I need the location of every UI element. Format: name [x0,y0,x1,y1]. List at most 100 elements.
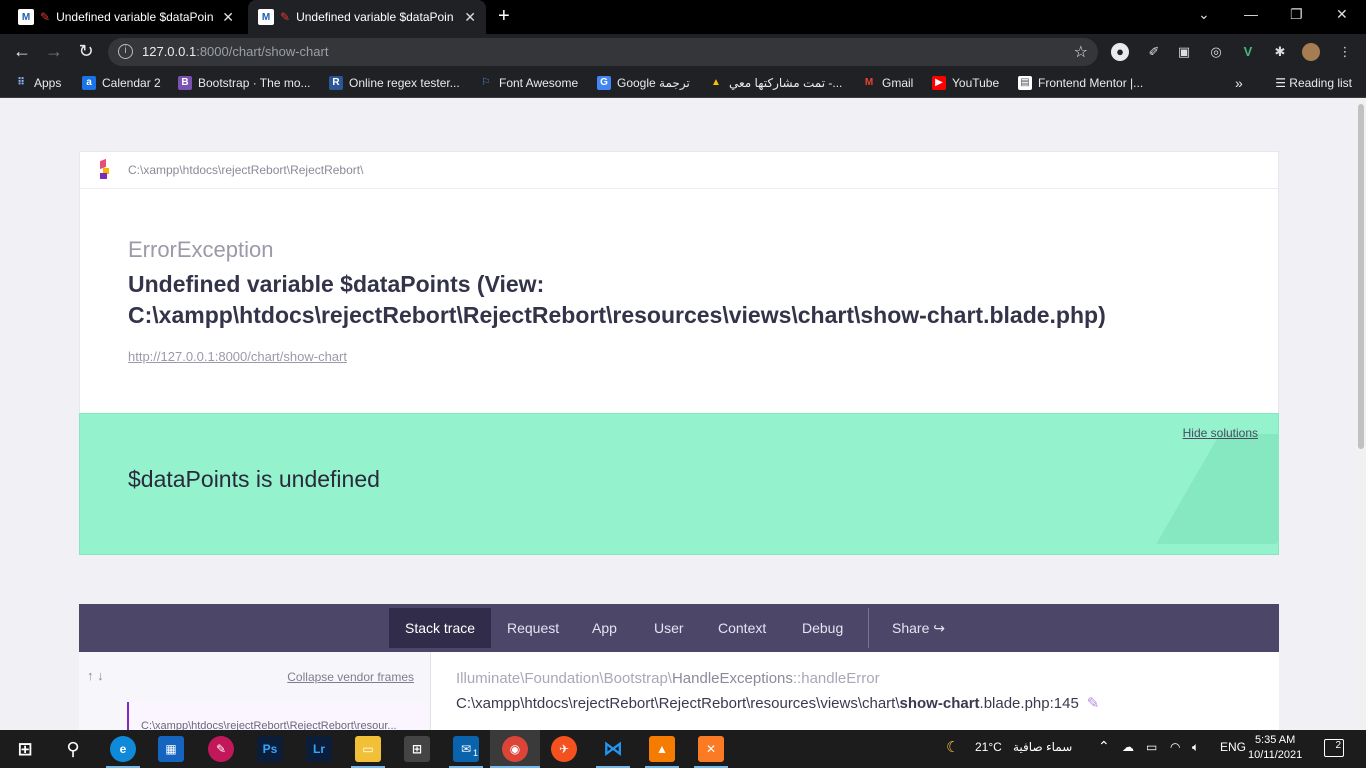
search-icon[interactable]: ⚲ [60,736,86,762]
microsoft-store-icon[interactable]: ⊞ [404,736,430,762]
forward-arrow-icon[interactable]: → [42,41,66,61]
tab-share[interactable]: Share ↪ [876,608,961,648]
request-url-link[interactable]: http://127.0.0.1:8000/chart/show-chart [128,349,1230,364]
page-content: C:\xampp\htdocs\rejectRebort\RejectRebor… [0,98,1356,730]
close-tab-icon[interactable]: ✕ [464,9,476,26]
ignition-logo-icon [98,158,112,180]
tab-context[interactable]: Context [702,608,782,648]
postman-icon[interactable]: ✈ [551,736,577,762]
network-icon[interactable]: ☁ [1122,740,1134,754]
collapse-vendor-frames-link[interactable]: Collapse vendor frames [287,670,414,684]
reload-icon[interactable]: ↻ [74,41,98,61]
edge-browser-icon[interactable]: e [110,736,136,762]
solution-panel: $dataPoints is undefined Hide solutions [79,413,1279,555]
frontend-mentor-icon: ▤ [1018,76,1032,90]
reading-list-icon: ☰ [1275,76,1290,90]
browser-tab[interactable]: M ✎ Undefined variable $dataPoin ✕ [8,0,244,34]
share-arrow-icon: ↪ [933,620,945,636]
menu-dots-icon[interactable]: ⋮ [1336,43,1354,61]
close-window-icon[interactable]: ✕ [1336,6,1348,23]
new-tab-icon[interactable]: + [498,6,510,26]
vscode-icon[interactable]: ⋈ [600,736,626,762]
extension-image-icon[interactable]: ▣ [1175,43,1193,61]
battery-icon[interactable]: ▭ [1146,740,1157,754]
more-bookmarks-chevron[interactable]: » [1235,75,1243,91]
extension-circle-icon[interactable]: ● [1111,43,1129,61]
frame-class: Illuminate\Foundation\Bootstrap\HandleEx… [456,670,880,687]
browser-tab-active[interactable]: M ✎ Undefined variable $dataPoin ✕ [248,0,486,34]
tab-user[interactable]: User [638,608,700,648]
volume-icon[interactable]: 🔈︎ [1192,740,1199,755]
address-bar[interactable]: i 127.0.0.1:8000/chart/show-chart ☆ [108,38,1098,66]
bookmark-drive[interactable]: ▲ تمت مشاركتها معي -... [709,76,842,90]
error-tabs-bar: Stack trace Request App User Context Deb… [79,604,1279,652]
bookmark-bootstrap[interactable]: B Bootstrap · The mo... [178,76,311,90]
maximize-icon[interactable]: ❐ [1290,6,1303,23]
paint-app-icon[interactable]: ✎ [208,736,234,762]
language-indicator[interactable]: ENG [1220,740,1246,754]
close-tab-icon[interactable]: ✕ [222,9,234,26]
tab-search-chevron-icon[interactable]: ⌄ [1198,6,1210,23]
calendar-app-icon[interactable]: ▦ [158,736,184,762]
weather-temperature[interactable]: 21°C [975,740,1002,754]
windows-start-icon[interactable]: ⊞ [12,736,38,762]
tab-app[interactable]: App [576,608,633,648]
bookmark-calendar[interactable]: a Calendar 2 [82,76,161,90]
tab-request[interactable]: Request [491,608,575,648]
error-card-body: ErrorException Undefined variable $dataP… [80,189,1278,413]
site-favicon-icon: M [18,9,34,25]
bookmark-translate[interactable]: G Google ترجمة [597,76,690,90]
back-arrow-icon[interactable]: ← [10,41,34,61]
error-card: C:\xampp\htdocs\rejectRebort\RejectRebor… [79,151,1279,414]
drive-icon: ▲ [711,77,721,88]
hide-solutions-link[interactable]: Hide solutions [1183,426,1258,440]
chrome-icon[interactable]: ◉ [502,736,528,762]
address-url[interactable]: 127.0.0.1:8000/chart/show-chart [142,44,328,59]
edit-pencil-icon[interactable]: ✎ [1087,695,1100,712]
notification-center-icon[interactable]: 2 [1324,739,1344,757]
site-info-icon[interactable]: i [118,44,133,59]
bookmark-gmail[interactable]: M Gmail [862,76,914,90]
system-clock[interactable]: 5:35 AM 10/11/2021 [1248,733,1302,763]
vue-devtools-icon[interactable]: V [1239,43,1257,61]
stack-frame-detail: Illuminate\Foundation\Bootstrap\HandleEx… [431,652,1279,730]
file-explorer-icon[interactable]: ▭ [355,736,381,762]
profile-avatar[interactable] [1302,43,1320,61]
regex-icon: R [329,76,343,90]
scrollbar-thumb[interactable] [1358,104,1364,449]
bookmark-regex[interactable]: R Online regex tester... [329,76,460,90]
weather-condition[interactable]: سماء صافية [1013,740,1072,754]
browser-tab-strip: M ✎ Undefined variable $dataPoin ✕ M ✎ U… [0,0,1366,34]
show-hidden-icons-icon[interactable]: ⌃ [1098,738,1110,755]
minimize-icon[interactable]: — [1244,6,1258,22]
tab-debug[interactable]: Debug [786,608,859,648]
extensions-puzzle-icon[interactable]: ✱ [1271,43,1289,61]
youtube-icon: ▶ [932,76,946,90]
tab-stack-trace[interactable]: Stack trace [389,608,492,648]
flag-icon: ⚐ [481,77,491,88]
bookmark-font-awesome[interactable]: ⚐ Font Awesome [479,76,579,90]
bookmark-youtube[interactable]: ▶ YouTube [932,76,999,90]
bookmark-apps[interactable]: ⠿ Apps [14,76,61,90]
pencil-icon: ✎ [280,10,291,24]
reading-list-button[interactable]: ☰ Reading list [1275,76,1352,90]
extension-target-icon[interactable]: ◎ [1207,43,1225,61]
stack-frames-list: ↑ ↓ Collapse vendor frames C:\xampp\htdo… [79,652,431,730]
page-scrollbar[interactable] [1356,98,1366,730]
bookmark-star-icon[interactable]: ☆ [1074,42,1088,62]
lightroom-icon[interactable]: Lr [306,736,332,762]
tabs-divider [868,608,869,648]
xampp-icon[interactable]: ✕ [698,736,724,762]
exception-message: Undefined variable $dataPoints (View: C:… [128,271,1106,328]
gmail-icon: M [864,77,874,88]
wifi-icon[interactable]: ◠ [1170,740,1180,754]
photoshop-icon[interactable]: Ps [257,736,283,762]
extension-pen-icon[interactable]: ✐ [1145,43,1163,61]
apps-grid-icon: ⠿ [17,77,25,88]
sublime-icon[interactable]: ▲ [649,736,675,762]
tab-title: Undefined variable $dataPoin [56,10,214,24]
bookmark-frontend-mentor[interactable]: ▤ Frontend Mentor |... [1018,76,1143,90]
stack-frame-row[interactable]: C:\xampp\htdocs\rejectRebort\RejectRebor… [127,702,427,730]
frame-navigation-arrows-icon[interactable]: ↑ ↓ [87,668,104,683]
browser-toolbar: ← → ↻ i 127.0.0.1:8000/chart/show-chart … [0,34,1366,70]
